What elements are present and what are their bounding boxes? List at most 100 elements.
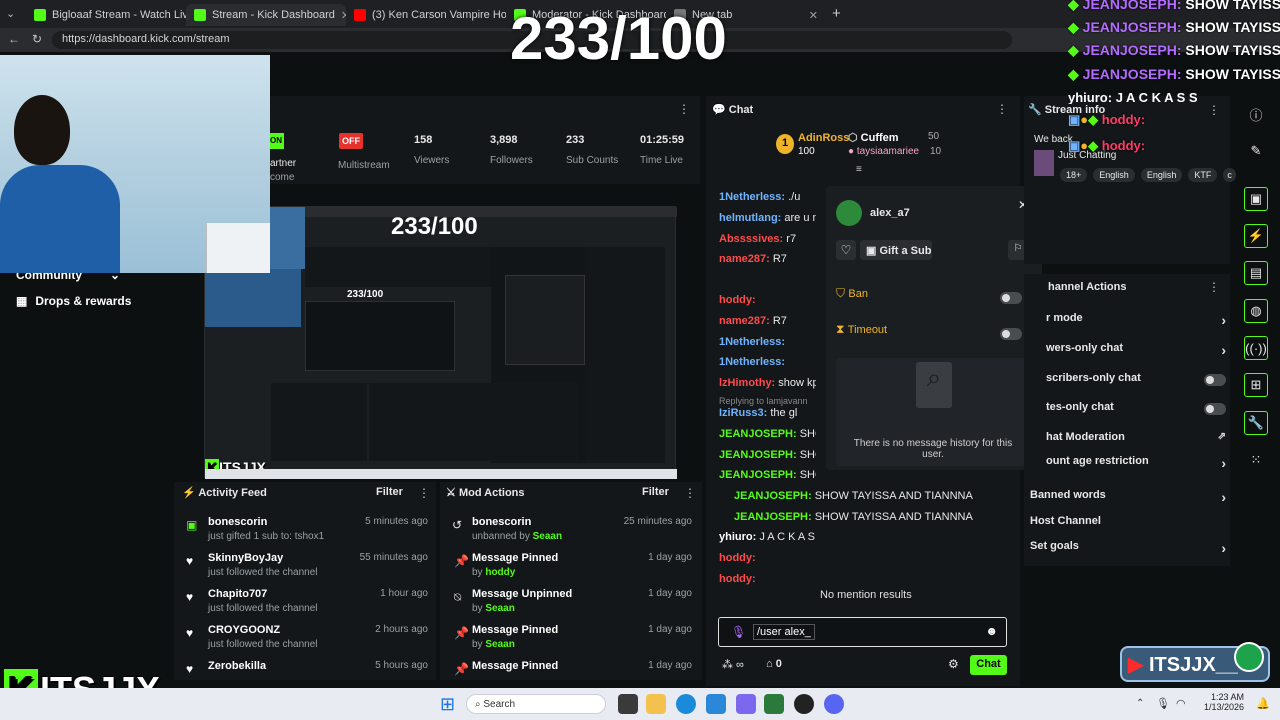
chat-input-box[interactable]: 🎙 /user alex_ ☻ <box>718 617 1007 647</box>
chat-message[interactable]: JEANJOSEPH: SHO <box>719 449 816 461</box>
stream-info-more-icon[interactable]: ⋮ <box>1208 103 1220 117</box>
tab-kick-dashboard[interactable]: Stream - Kick Dashboard ✕ <box>186 4 346 26</box>
taskbar-clock[interactable]: 1:23 AM 1/13/2026 <box>1196 692 1244 712</box>
chat-message[interactable]: IziRuss3: the gl <box>719 407 797 419</box>
list-item[interactable]: ▣ bonescorin just gifted 1 sub to: tshox… <box>186 516 428 548</box>
app-icon[interactable] <box>736 694 756 714</box>
wifi-icon[interactable]: ◠ <box>1176 697 1186 710</box>
chat-message[interactable]: lzHimothy: show kpp <box>719 377 816 389</box>
chat-message[interactable]: JEANJOSEPH: SHOW TAYISSA AND TIANNNA <box>734 490 973 502</box>
user-card-username[interactable]: alex_a7 <box>870 207 910 219</box>
channel-action-chat-moderation[interactable]: hat Moderation ⇗ <box>1030 431 1226 451</box>
chrome-icon[interactable] <box>794 694 814 714</box>
list-item[interactable]: ♥ Zerobekilla 5 hours ago <box>186 660 428 680</box>
chat-message[interactable]: 1Netherless: ./u <box>719 191 800 203</box>
channel-action-followers-only[interactable]: wers-only chat › <box>1030 342 1226 362</box>
tag[interactable]: English <box>1140 168 1183 182</box>
close-tab-icon[interactable]: ✕ <box>803 9 818 22</box>
chat-message[interactable]: JEANJOSEPH: SHOW TAYISSA AND TIANNNA <box>734 511 973 523</box>
stream-preview-icon[interactable]: ▣ <box>1244 187 1268 211</box>
settings-icon[interactable]: ⚙ <box>948 657 959 671</box>
list-item[interactable]: ⍉ Message Unpinned by Seaan 1 day ago <box>452 588 692 620</box>
pencil-icon[interactable]: ✎ <box>1244 139 1268 163</box>
mod-filter-button[interactable]: Filter <box>642 486 669 498</box>
leaderboard-name[interactable]: AdinRoss <box>798 132 849 144</box>
tag[interactable]: English <box>1093 168 1135 182</box>
tab-youtube[interactable]: (3) Ken Carson Vampire Hour(exte ✕ <box>346 4 506 26</box>
tag[interactable]: KTF <box>1188 168 1218 182</box>
channel-action-set-goals[interactable]: Set goals › <box>1030 540 1226 560</box>
subscribers-only-toggle[interactable] <box>1204 374 1226 386</box>
broadcast-icon[interactable]: ((·)) <box>1244 336 1268 360</box>
chat-message[interactable]: 1Netherless: <box>719 356 785 368</box>
gift-sub-button[interactable]: ▣ Gift a Sub <box>860 240 932 260</box>
chat-send-button[interactable]: Chat <box>970 655 1007 675</box>
discord-icon[interactable] <box>824 694 844 714</box>
bolt-icon[interactable]: ⚡ <box>1244 224 1268 248</box>
windows-start-icon[interactable]: ⊞ <box>440 694 460 714</box>
chat-message[interactable]: hoddy: <box>719 573 756 585</box>
reload-icon[interactable]: ↻ <box>32 32 42 46</box>
grid-icon[interactable]: ⁙ <box>1244 448 1268 472</box>
leaderboard-item[interactable]: ⬡ Cuffem <box>848 131 899 144</box>
multistream-off-badge[interactable]: OFF <box>339 133 363 149</box>
notification-icon[interactable]: 🔔 <box>1256 697 1270 710</box>
emoji-icon[interactable]: ☻ <box>985 624 998 638</box>
channel-action-host-channel[interactable]: Host Channel <box>1030 515 1226 535</box>
chat-message[interactable]: hoddy: <box>719 294 756 306</box>
tray-chevron-icon[interactable]: ⌃ <box>1136 698 1144 709</box>
chat-message[interactable]: 1Netherless: <box>719 336 785 348</box>
chat-message[interactable]: name287: R7 <box>719 253 787 265</box>
list-item[interactable]: ♥ CROYGOONZ just followed the channel 2 … <box>186 624 428 656</box>
emotes-only-toggle[interactable] <box>1204 403 1226 415</box>
channel-action-banned-words[interactable]: Banned words › <box>1030 489 1226 509</box>
filter-icon[interactable]: ≡ <box>856 164 862 175</box>
chat-message[interactable]: Abssssives: r7 <box>719 233 796 245</box>
list-item[interactable]: ↺ bonescorin unbanned by Seaan 25 minute… <box>452 516 692 548</box>
activity-filter-button[interactable]: Filter <box>376 486 403 498</box>
channel-points-icon[interactable]: ⁂ ∞ <box>722 658 744 671</box>
more-options-icon[interactable]: ⋮ <box>678 102 690 116</box>
chat-icon[interactable]: ◍ <box>1244 299 1268 323</box>
taskbar-search[interactable]: ⌕ Search <box>466 694 606 714</box>
new-tab-button[interactable]: + <box>832 5 841 22</box>
list-item[interactable]: 📌 Message Pinned by hoddy 1 day ago <box>452 552 692 584</box>
task-view-icon[interactable] <box>618 694 638 714</box>
wrench-icon[interactable]: 🔧 <box>1244 411 1268 435</box>
follow-heart-button[interactable]: ♡ <box>836 240 856 260</box>
chat-message[interactable]: helmutlang: are u n <box>719 212 816 224</box>
chat-message[interactable]: hoddy: <box>719 552 756 564</box>
stream-preview[interactable]: 233/100 233/100 K ITSJJX <box>204 206 677 479</box>
chat-message[interactable]: JEANJOSEPH: SHO <box>719 469 816 481</box>
channel-action-subscribers-only[interactable]: scribers-only chat <box>1030 372 1226 392</box>
timeout-toggle[interactable] <box>1000 328 1022 340</box>
chat-input[interactable]: /user alex_ <box>753 624 815 640</box>
chat-more-icon[interactable]: ⋮ <box>996 102 1008 116</box>
store-icon[interactable] <box>706 694 726 714</box>
list-item[interactable]: ♥ Chapito707 just followed the channel 1… <box>186 588 428 620</box>
back-icon[interactable]: ← <box>8 32 20 46</box>
list-item[interactable]: 📌 Message Pinned by Seaan 1 day ago <box>452 624 692 656</box>
list-item[interactable]: 📌 Message Pinned 1 day ago <box>452 660 692 680</box>
chat-message[interactable]: JEANJOSEPH: SHO <box>719 428 816 440</box>
mod-more-icon[interactable]: ⋮ <box>684 486 696 500</box>
mic-icon[interactable]: 🎙 <box>731 625 746 639</box>
document-icon[interactable]: ▤ <box>1244 261 1268 285</box>
channel-action-slow-mode[interactable]: r mode › <box>1030 312 1226 332</box>
mic-icon[interactable]: 🎙 <box>1156 697 1170 710</box>
tag[interactable]: c <box>1223 168 1236 182</box>
channel-actions-more-icon[interactable]: ⋮ <box>1208 280 1220 294</box>
close-tab-icon[interactable]: ✕ <box>335 9 346 22</box>
sidebar-item-drops[interactable]: ▦ Drops & rewards <box>16 294 131 308</box>
edge-icon[interactable] <box>676 694 696 714</box>
channel-action-age-restriction[interactable]: ount age restriction › <box>1030 455 1226 475</box>
info-icon[interactable]: ⓘ <box>1244 102 1268 126</box>
chat-message[interactable]: name287: R7 <box>719 315 787 327</box>
tab-list-icon[interactable]: ⌄ <box>6 7 15 20</box>
chat-message[interactable]: yhiuro: J A C K A S S <box>719 531 816 543</box>
layout-icon[interactable]: ⊞ <box>1244 373 1268 397</box>
leaderboard-item[interactable]: ● taysiaamariee <box>848 146 919 157</box>
ban-toggle[interactable] <box>1000 292 1022 304</box>
tab-bigloaaf[interactable]: Bigloaaf Stream - Watch Live on K ✕ <box>26 4 186 26</box>
tag[interactable]: 18+ <box>1060 168 1088 182</box>
